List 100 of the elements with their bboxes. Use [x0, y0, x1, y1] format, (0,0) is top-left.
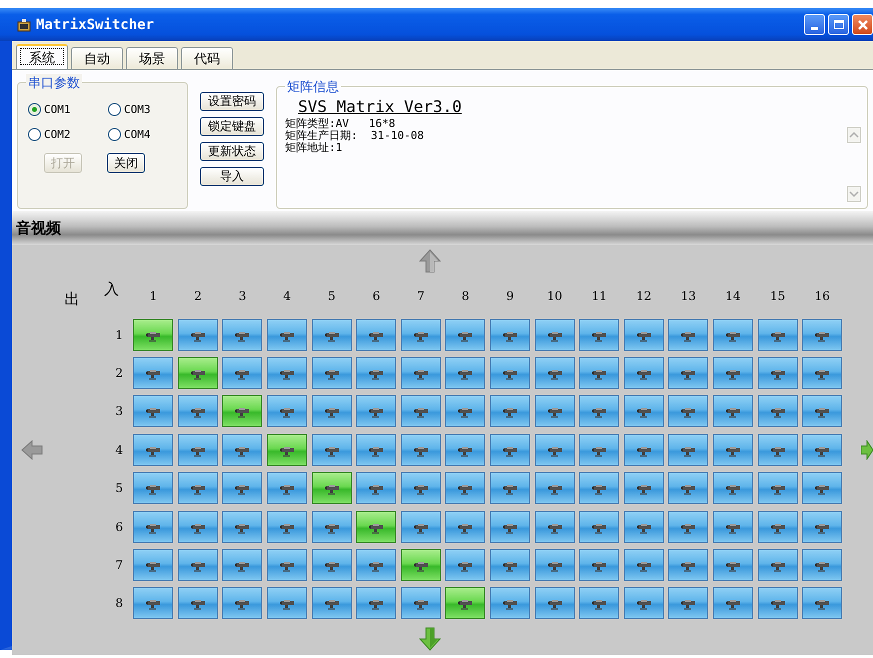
- matrix-cell[interactable]: [668, 548, 708, 581]
- matrix-cell[interactable]: [222, 587, 262, 620]
- matrix-cell[interactable]: [445, 472, 486, 504]
- matrix-cell[interactable]: [133, 318, 174, 351]
- matrix-cell[interactable]: [267, 395, 308, 428]
- matrix-cell[interactable]: [802, 548, 842, 581]
- matrix-cell[interactable]: [400, 587, 441, 620]
- matrix-cell[interactable]: [802, 356, 842, 389]
- matrix-cell[interactable]: [400, 318, 441, 351]
- action-button[interactable]: 导入: [200, 167, 264, 186]
- matrix-cell[interactable]: [668, 434, 708, 466]
- matrix-cell[interactable]: [356, 510, 396, 543]
- matrix-cell[interactable]: [624, 548, 664, 581]
- close-button[interactable]: [852, 14, 873, 35]
- matrix-cell[interactable]: [400, 434, 441, 466]
- matrix-cell[interactable]: [133, 548, 174, 581]
- matrix-cell[interactable]: [267, 472, 308, 504]
- matrix-cell[interactable]: [579, 318, 620, 351]
- matrix-cell[interactable]: [178, 472, 218, 504]
- matrix-cell[interactable]: [624, 356, 664, 389]
- matrix-cell[interactable]: [133, 434, 174, 466]
- minimize-button[interactable]: [804, 14, 825, 35]
- matrix-cell[interactable]: [758, 510, 798, 543]
- matrix-cell[interactable]: [490, 587, 530, 620]
- matrix-cell[interactable]: [400, 395, 441, 428]
- matrix-cell[interactable]: [490, 318, 530, 351]
- left-arrow-icon[interactable]: [21, 440, 43, 460]
- matrix-cell[interactable]: [668, 395, 708, 428]
- matrix-cell[interactable]: [445, 587, 486, 620]
- matrix-cell[interactable]: [490, 395, 530, 428]
- matrix-cell[interactable]: [222, 318, 262, 351]
- matrix-cell[interactable]: [624, 510, 664, 543]
- tab[interactable]: 代码: [181, 47, 233, 69]
- matrix-cell[interactable]: [178, 548, 218, 581]
- matrix-cell[interactable]: [445, 548, 486, 581]
- matrix-cell[interactable]: [356, 395, 396, 428]
- matrix-cell[interactable]: [267, 510, 308, 543]
- matrix-cell[interactable]: [133, 587, 174, 620]
- matrix-cell[interactable]: [758, 587, 798, 620]
- matrix-cell[interactable]: [267, 318, 308, 351]
- matrix-cell[interactable]: [534, 510, 575, 543]
- matrix-cell[interactable]: [713, 395, 754, 428]
- matrix-cell[interactable]: [758, 318, 798, 351]
- matrix-cell[interactable]: [312, 318, 352, 351]
- matrix-cell[interactable]: [758, 395, 798, 428]
- matrix-cell[interactable]: [356, 472, 396, 504]
- matrix-cell[interactable]: [534, 548, 575, 581]
- matrix-cell[interactable]: [222, 510, 262, 543]
- radio-button[interactable]: COM3: [108, 103, 188, 116]
- matrix-cell[interactable]: [713, 587, 754, 620]
- matrix-cell[interactable]: [490, 356, 530, 389]
- up-arrow-icon[interactable]: [418, 249, 440, 273]
- matrix-cell[interactable]: [222, 434, 262, 466]
- matrix-cell[interactable]: [534, 318, 575, 351]
- matrix-cell[interactable]: [579, 548, 620, 581]
- matrix-cell[interactable]: [312, 548, 352, 581]
- matrix-cell[interactable]: [178, 510, 218, 543]
- matrix-cell[interactable]: [668, 356, 708, 389]
- action-button[interactable]: 更新状态: [200, 142, 264, 161]
- matrix-cell[interactable]: [133, 472, 174, 504]
- matrix-cell[interactable]: [445, 356, 486, 389]
- matrix-cell[interactable]: [758, 356, 798, 389]
- matrix-cell[interactable]: [624, 318, 664, 351]
- matrix-cell[interactable]: [178, 318, 218, 351]
- matrix-cell[interactable]: [178, 434, 218, 466]
- matrix-cell[interactable]: [624, 395, 664, 428]
- matrix-cell[interactable]: [624, 587, 664, 620]
- matrix-cell[interactable]: [624, 472, 664, 504]
- matrix-cell[interactable]: [445, 318, 486, 351]
- matrix-cell[interactable]: [490, 434, 530, 466]
- matrix-cell[interactable]: [758, 472, 798, 504]
- matrix-cell[interactable]: [713, 356, 754, 389]
- matrix-cell[interactable]: [668, 587, 708, 620]
- matrix-cell[interactable]: [579, 434, 620, 466]
- matrix-cell[interactable]: [312, 510, 352, 543]
- matrix-cell[interactable]: [802, 472, 842, 504]
- matrix-cell[interactable]: [356, 587, 396, 620]
- action-button[interactable]: 锁定键盘: [200, 117, 264, 136]
- matrix-cell[interactable]: [222, 356, 262, 389]
- matrix-cell[interactable]: [312, 356, 352, 389]
- tab[interactable]: 场景: [126, 47, 178, 69]
- matrix-cell[interactable]: [222, 472, 262, 504]
- matrix-cell[interactable]: [490, 472, 530, 504]
- matrix-cell[interactable]: [713, 548, 754, 581]
- maximize-button[interactable]: [828, 14, 849, 35]
- matrix-cell[interactable]: [668, 510, 708, 543]
- matrix-cell[interactable]: [713, 510, 754, 543]
- matrix-cell[interactable]: [312, 472, 352, 504]
- matrix-cell[interactable]: [445, 510, 486, 543]
- matrix-cell[interactable]: [534, 356, 575, 389]
- matrix-cell[interactable]: [133, 356, 174, 389]
- tab[interactable]: 系统: [16, 44, 68, 69]
- matrix-cell[interactable]: [356, 356, 396, 389]
- matrix-cell[interactable]: [579, 395, 620, 428]
- right-arrow-icon[interactable]: [860, 440, 872, 460]
- matrix-cell[interactable]: [222, 548, 262, 581]
- matrix-cell[interactable]: [579, 587, 620, 620]
- matrix-cell[interactable]: [490, 510, 530, 543]
- matrix-cell[interactable]: [534, 395, 575, 428]
- matrix-cell[interactable]: [400, 356, 441, 389]
